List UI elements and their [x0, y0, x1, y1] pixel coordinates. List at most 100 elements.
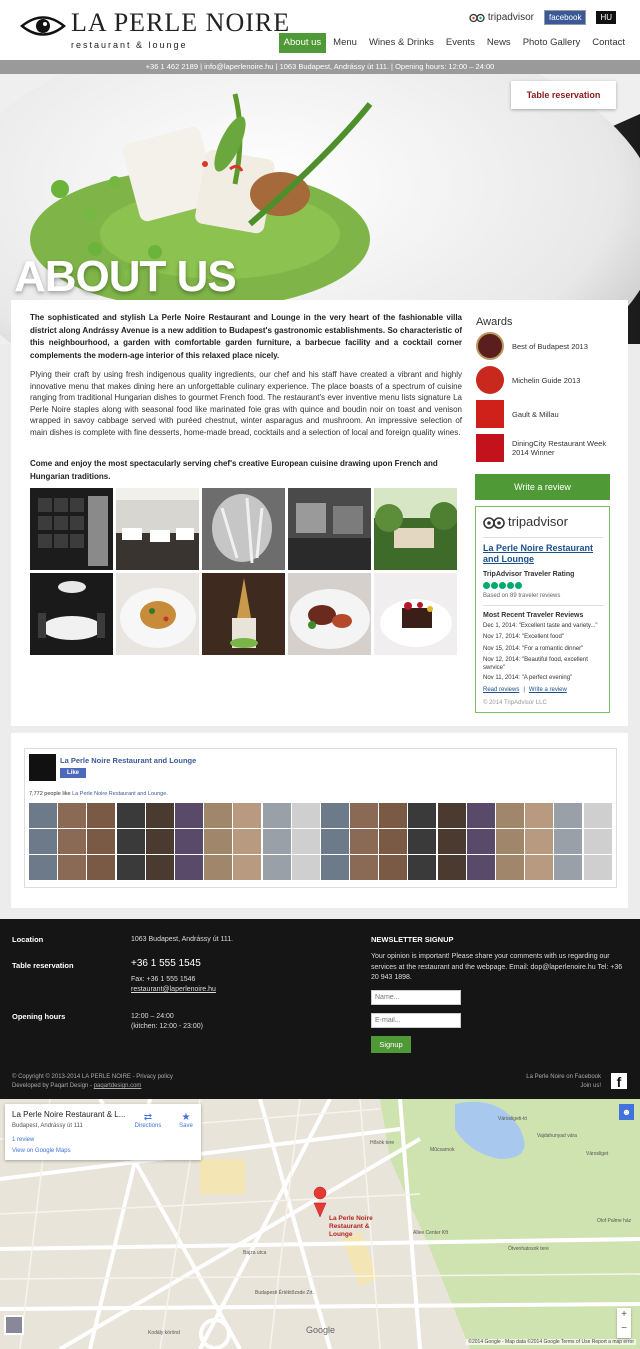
- eye-logo-icon[interactable]: [20, 13, 66, 39]
- fan-avatar[interactable]: [554, 855, 583, 880]
- fan-avatar[interactable]: [466, 855, 495, 880]
- fan-avatar[interactable]: [58, 855, 87, 880]
- fan-avatar[interactable]: [87, 803, 116, 828]
- facebook-icon[interactable]: f: [611, 1073, 627, 1090]
- fan-avatar[interactable]: [408, 855, 437, 880]
- fan-avatar[interactable]: [437, 829, 466, 854]
- gallery-photo-dish-meat[interactable]: [288, 573, 371, 655]
- fan-avatar[interactable]: [583, 829, 612, 854]
- map-reviews-link[interactable]: 1 review: [12, 1137, 34, 1143]
- newsletter-signup-button[interactable]: Signup: [371, 1036, 411, 1053]
- award-gault-millau[interactable]: Gault & Millau: [476, 400, 616, 428]
- developer-link[interactable]: paqartdesign.com: [94, 1083, 142, 1089]
- gallery-photo-dish-fried[interactable]: [116, 573, 199, 655]
- reservation-phone[interactable]: +36 1 555 1545: [131, 959, 201, 969]
- fan-avatar[interactable]: [174, 803, 203, 828]
- nav-about-us[interactable]: About us: [278, 33, 327, 53]
- view-on-google-maps-link[interactable]: View on Google Maps: [12, 1148, 71, 1154]
- fan-avatar[interactable]: [496, 803, 524, 828]
- fan-avatar[interactable]: [583, 803, 612, 828]
- fan-avatar[interactable]: [496, 855, 524, 880]
- fan-avatar[interactable]: [116, 803, 145, 828]
- fan-avatar[interactable]: [466, 829, 495, 854]
- tripadvisor-widget-logo[interactable]: tripadvisor: [483, 514, 568, 529]
- fan-avatar[interactable]: [379, 803, 408, 828]
- fan-avatar[interactable]: [291, 803, 320, 828]
- fan-avatar[interactable]: [145, 829, 174, 854]
- directions-button[interactable]: ⇄ Directions: [130, 1112, 166, 1129]
- review-item[interactable]: Nov 17, 2014: "Excellent food": [483, 633, 608, 641]
- review-item[interactable]: Nov 15, 2014: "For a romantic dinner": [483, 645, 608, 653]
- fan-avatar[interactable]: [29, 855, 57, 880]
- award-michelin[interactable]: Michelin Guide 2013: [476, 366, 616, 394]
- award-best-of-budapest[interactable]: Best of Budapest 2013: [476, 332, 616, 360]
- fan-avatar[interactable]: [145, 855, 174, 880]
- tripadvisor-restaurant-name[interactable]: La Perle Noire Restaurant and Lounge: [483, 543, 603, 565]
- fan-avatar[interactable]: [29, 803, 57, 828]
- fan-avatar[interactable]: [554, 803, 583, 828]
- save-button[interactable]: ★ Save: [175, 1112, 197, 1129]
- gallery-photo-bar[interactable]: [288, 488, 371, 570]
- reservation-email-link[interactable]: restaurant@laperlenoire.hu: [131, 985, 216, 995]
- gallery-photo-wine-wall[interactable]: [30, 488, 113, 570]
- facebook-page-name[interactable]: La Perle Noire Restaurant and Lounge: [60, 756, 196, 765]
- fan-avatar[interactable]: [437, 855, 466, 880]
- fan-avatar[interactable]: [466, 803, 495, 828]
- language-switch[interactable]: HU: [596, 11, 616, 24]
- newsletter-name-input[interactable]: [371, 990, 461, 1005]
- facebook-join-label[interactable]: Join us!: [526, 1082, 601, 1091]
- copyright-text[interactable]: © Copyright © 2013-2014 LA PERLE NOIRE -…: [12, 1073, 173, 1082]
- read-reviews-link[interactable]: Read reviews: [483, 687, 519, 693]
- fan-avatar[interactable]: [204, 803, 233, 828]
- fan-avatar[interactable]: [116, 829, 145, 854]
- nav-photo-gallery[interactable]: Photo Gallery: [518, 33, 586, 53]
- fan-avatar[interactable]: [320, 829, 349, 854]
- gallery-photo-dessert-berries[interactable]: [374, 573, 457, 655]
- street-view-pegman-icon[interactable]: ☻: [619, 1104, 634, 1120]
- fan-avatar[interactable]: [320, 803, 349, 828]
- table-reservation-button[interactable]: Table reservation: [511, 81, 616, 109]
- fan-avatar[interactable]: [525, 855, 554, 880]
- gallery-photo-dessert-tall[interactable]: [202, 573, 285, 655]
- logo-title[interactable]: LA PERLE NOIRE: [71, 9, 290, 37]
- fan-avatar[interactable]: [350, 803, 379, 828]
- fan-avatar[interactable]: [233, 855, 262, 880]
- newsletter-email-input[interactable]: [371, 1013, 461, 1028]
- facebook-like-button[interactable]: Like: [60, 768, 86, 778]
- satellite-toggle[interactable]: [4, 1315, 24, 1335]
- fan-avatar[interactable]: [233, 803, 262, 828]
- fan-avatar[interactable]: [291, 829, 320, 854]
- facebook-page-thumbnail[interactable]: [29, 754, 56, 781]
- nav-menu[interactable]: Menu: [328, 33, 362, 53]
- fan-avatar[interactable]: [379, 829, 408, 854]
- fan-avatar[interactable]: [87, 829, 116, 854]
- fan-avatar[interactable]: [145, 803, 174, 828]
- zoom-out-icon[interactable]: −: [617, 1322, 631, 1336]
- facebook-link[interactable]: facebook: [543, 10, 587, 25]
- nav-news[interactable]: News: [482, 33, 516, 53]
- fan-avatar[interactable]: [554, 829, 583, 854]
- fan-avatar[interactable]: [379, 855, 408, 880]
- review-item[interactable]: Dec 1, 2014: "Excellent taste and variet…: [483, 622, 608, 630]
- fan-avatar[interactable]: [350, 829, 379, 854]
- like-count-page-link[interactable]: La Perle Noire Restaurant and Lounge: [72, 791, 166, 797]
- fan-avatar[interactable]: [174, 855, 203, 880]
- gallery-photo-glasses[interactable]: [202, 488, 285, 570]
- map-zoom-control[interactable]: + −: [617, 1308, 631, 1338]
- review-item[interactable]: Nov 12, 2014: "Beautiful food, excellent…: [483, 656, 608, 672]
- nav-wines-drinks[interactable]: Wines & Drinks: [364, 33, 439, 53]
- fan-avatar[interactable]: [58, 803, 87, 828]
- fan-avatar[interactable]: [408, 803, 437, 828]
- map-pin-label[interactable]: La Perle Noire Restaurant & Lounge: [329, 1215, 389, 1239]
- tripadvisor-link[interactable]: tripadvisor: [469, 12, 534, 23]
- fan-avatar[interactable]: [204, 855, 233, 880]
- gallery-photo-dining-room[interactable]: [116, 488, 199, 570]
- zoom-in-icon[interactable]: +: [617, 1308, 631, 1322]
- fan-avatar[interactable]: [437, 803, 466, 828]
- fan-avatar[interactable]: [408, 829, 437, 854]
- fan-avatar[interactable]: [291, 855, 320, 880]
- fan-avatar[interactable]: [204, 829, 233, 854]
- fan-avatar[interactable]: [262, 829, 291, 854]
- fan-avatar[interactable]: [350, 855, 379, 880]
- gallery-photo-garden[interactable]: [374, 488, 457, 570]
